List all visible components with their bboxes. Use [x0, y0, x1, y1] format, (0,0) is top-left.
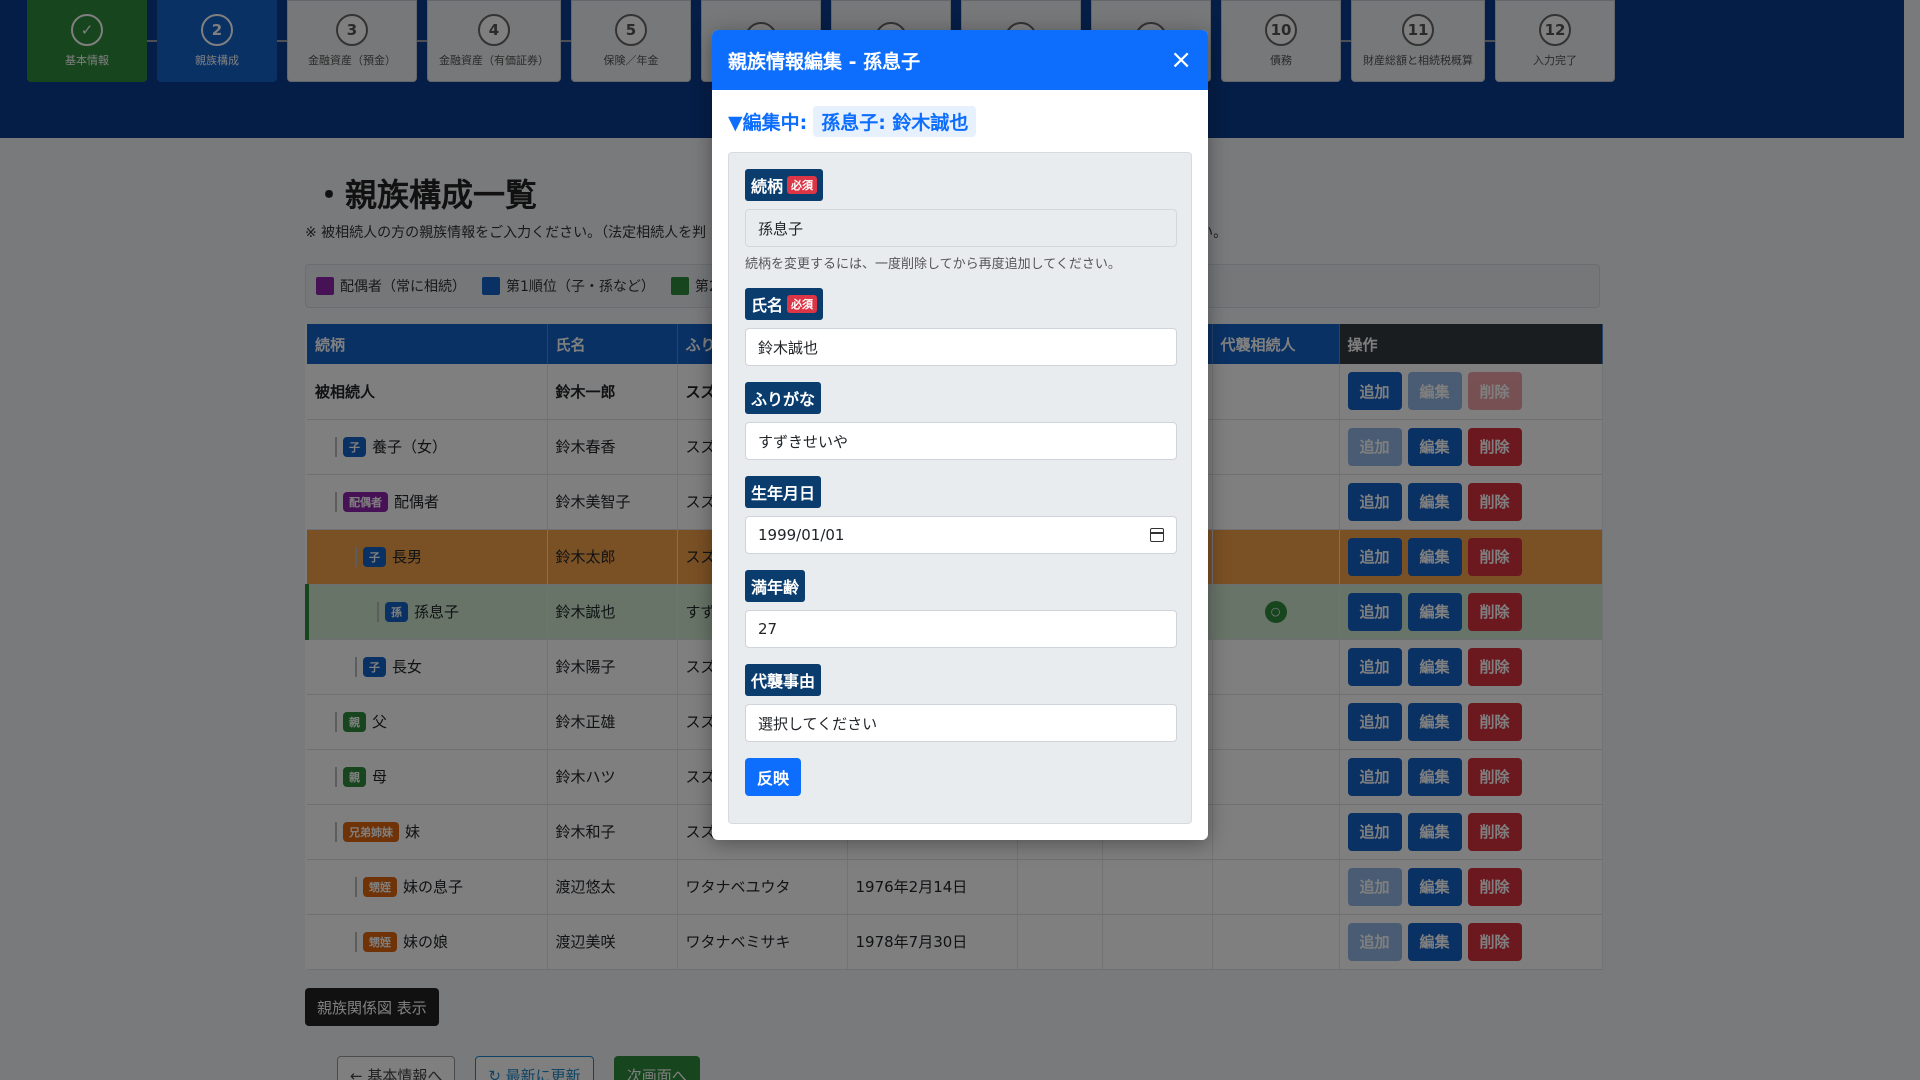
kana-label: ふりがな: [745, 382, 822, 414]
required-badge: 必須: [787, 295, 818, 313]
relation-help: 続柄を変更するには、一度削除してから再度追加してください。: [745, 257, 1121, 272]
age-input[interactable]: 27: [745, 610, 1177, 648]
field-kana: ふりがな すずきせいや: [745, 382, 1177, 460]
name-input[interactable]: 鈴木誠也: [745, 328, 1177, 366]
close-icon[interactable]: ×: [1170, 47, 1192, 73]
field-relation: 続柄 必須 孫息子 続柄を変更するには、一度削除してから再度追加してください。: [745, 169, 1177, 272]
apply-button[interactable]: 反映: [745, 758, 802, 796]
editing-target: 孫息子: 鈴木誠也: [813, 106, 977, 137]
label-text: 続柄: [751, 177, 784, 196]
age-label: 満年齢: [745, 570, 806, 602]
editing-indicator: ▼編集中: 孫息子: 鈴木誠也: [728, 106, 1208, 137]
required-badge: 必須: [787, 176, 818, 194]
edit-modal: 親族情報編集 - 孫息子 × ▼編集中: 孫息子: 鈴木誠也 続柄 必須 孫息子…: [712, 30, 1208, 840]
field-reason: 代襲事由 選択してください: [745, 664, 1177, 742]
reason-select[interactable]: 選択してください: [745, 704, 1177, 742]
name-label: 氏名 必須: [745, 288, 824, 320]
calendar-icon[interactable]: [1150, 528, 1164, 542]
field-age: 満年齢 27: [745, 570, 1177, 648]
edit-form: 続柄 必須 孫息子 続柄を変更するには、一度削除してから再度追加してください。 …: [728, 152, 1192, 824]
field-birth: 生年月日 1999/01/01: [745, 476, 1177, 554]
birth-date-value: 1999/01/01: [758, 526, 845, 544]
birth-label: 生年月日: [745, 476, 822, 508]
field-name: 氏名 必須 鈴木誠也: [745, 288, 1177, 366]
editing-prefix: ▼編集中:: [728, 112, 808, 134]
kana-input[interactable]: すずきせいや: [745, 422, 1177, 460]
reason-label: 代襲事由: [745, 664, 822, 696]
modal-title: 親族情報編集 - 孫息子: [728, 50, 921, 73]
relation-label: 続柄 必須: [745, 169, 824, 201]
label-text: 氏名: [751, 296, 784, 315]
relation-field: 孫息子: [745, 209, 1177, 247]
birth-date-input[interactable]: 1999/01/01: [745, 516, 1177, 554]
modal-header: 親族情報編集 - 孫息子 ×: [712, 30, 1208, 90]
